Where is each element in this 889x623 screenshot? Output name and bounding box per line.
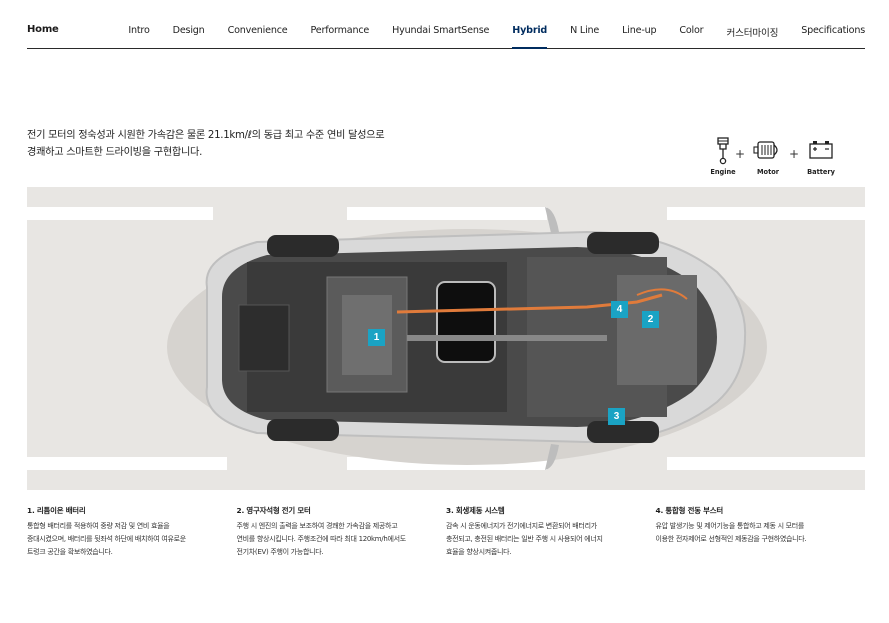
feature-brake-booster: 4. 통합형 전동 부스터 유압 발생기능 및 제어기능을 통합하고 제동 시 … bbox=[656, 505, 866, 559]
plus-sign: + bbox=[789, 147, 800, 161]
feature-description: 유압 발생기능 및 제어기능을 통합하고 제동 시 모터를 이용한 전자제어로 … bbox=[656, 520, 856, 546]
nav-tab-hybrid[interactable]: Hybrid bbox=[489, 25, 547, 49]
nav-tab-specifications[interactable]: Specifications bbox=[778, 25, 865, 49]
battery-icon bbox=[809, 141, 833, 159]
nav-tab-color[interactable]: Color bbox=[656, 25, 703, 49]
motor-legend: Motor bbox=[748, 137, 788, 176]
battery-legend: Battery bbox=[801, 137, 841, 176]
feature-title: 4. 통합형 전동 부스터 bbox=[655, 506, 724, 515]
feature-title: 1. 리튬이온 배터리 bbox=[27, 506, 86, 515]
feature-line: 전기차(EV) 주행이 가능합니다. bbox=[236, 548, 324, 556]
nav-tab-smartsense[interactable]: Hyundai SmartSense bbox=[369, 25, 489, 49]
hybrid-intro-text: 전기 모터의 정숙성과 시원한 가속감은 물론 21.1km/ℓ의 동급 최고 … bbox=[27, 127, 447, 161]
feature-line: 효율을 향상시켜줍니다. bbox=[446, 548, 512, 556]
feature-title: 2. 영구자석형 전기 모터 bbox=[236, 506, 311, 515]
top-navigation: Home Intro Design Convenience Performanc… bbox=[27, 0, 865, 49]
feature-line: 충전되고, 충전된 배터리는 일반 주행 시 사용되어 에너지 bbox=[446, 535, 603, 543]
feature-line: 트렁크 공간을 확보하였습니다. bbox=[27, 548, 113, 556]
feature-descriptions: 1. 리튬이온 배터리 통합형 배터리를 적용하여 중량 저감 및 연비 효율을… bbox=[27, 505, 865, 559]
hybrid-car-illustration: 1 2 3 4 bbox=[27, 187, 865, 490]
nav-tab-performance[interactable]: Performance bbox=[288, 25, 370, 49]
nav-tab-intro[interactable]: Intro bbox=[105, 25, 149, 49]
car-cutaway-image bbox=[167, 207, 767, 470]
powertrain-legend: Engine + Motor + Battery bbox=[703, 137, 843, 179]
feature-line: 감속 시 운동에너지가 전기에너지로 변환되어 배터리가 bbox=[446, 522, 597, 530]
feature-description: 통합형 배터리를 적용하여 중량 저감 및 연비 효율을 증대시켰으며, 배터리… bbox=[27, 520, 227, 559]
engine-label: Engine bbox=[710, 168, 736, 176]
feature-description: 감속 시 운동에너지가 전기에너지로 변환되어 배터리가 충전되고, 충전된 배… bbox=[446, 520, 646, 559]
hotspot-marker-4[interactable]: 4 bbox=[611, 301, 628, 318]
feature-line: 주행 시 엔진의 출력을 보조하여 경쾌한 가속감을 제공하고 bbox=[236, 522, 398, 530]
nav-home-link[interactable]: Home bbox=[27, 24, 59, 35]
nav-tab-line-up[interactable]: Line-up bbox=[599, 25, 656, 49]
feature-description: 주행 시 엔진의 출력을 보조하여 경쾌한 가속감을 제공하고 연비를 향상시킵… bbox=[237, 520, 437, 559]
feature-line: 통합형 배터리를 적용하여 중량 저감 및 연비 효율을 bbox=[27, 522, 170, 530]
engine-piston-icon bbox=[717, 137, 729, 165]
motor-label: Motor bbox=[756, 168, 780, 176]
intro-line-1: 전기 모터의 정숙성과 시원한 가속감은 물론 21.1km/ℓ의 동급 최고 … bbox=[27, 130, 385, 141]
feature-motor: 2. 영구자석형 전기 모터 주행 시 엔진의 출력을 보조하여 경쾌한 가속감… bbox=[237, 505, 447, 559]
motor-icon bbox=[753, 141, 778, 159]
feature-line: 유압 발생기능 및 제어기능을 통합하고 제동 시 모터를 bbox=[655, 522, 805, 530]
feature-regen-braking: 3. 회생제동 시스템 감속 시 운동에너지가 전기에너지로 변환되어 배터리가… bbox=[446, 505, 656, 559]
feature-battery: 1. 리튬이온 배터리 통합형 배터리를 적용하여 중량 저감 및 연비 효율을… bbox=[27, 505, 237, 559]
nav-tab-design[interactable]: Design bbox=[150, 25, 205, 49]
intro-line-2: 경쾌하고 스마트한 드라이빙을 구현합니다. bbox=[27, 147, 203, 158]
plus-sign: + bbox=[735, 147, 746, 161]
nav-tab-n-line[interactable]: N Line bbox=[547, 25, 599, 49]
nav-tabs: Intro Design Convenience Performance Hyu… bbox=[105, 25, 865, 49]
feature-title: 3. 회생제동 시스템 bbox=[446, 506, 505, 515]
hotspot-marker-2[interactable]: 2 bbox=[642, 311, 659, 328]
feature-line: 증대시켰으며, 배터리를 뒷좌석 하단에 배치하여 여유로운 bbox=[27, 535, 186, 543]
nav-tab-convenience[interactable]: Convenience bbox=[205, 25, 288, 49]
feature-line: 연비를 향상시킵니다. 주행조건에 따라 최대 120km/h에서도 bbox=[236, 535, 407, 543]
battery-label: Battery bbox=[807, 168, 835, 176]
hotspot-marker-1[interactable]: 1 bbox=[368, 329, 385, 346]
feature-line: 이용한 전자제어로 선형적인 제동감을 구현하였습니다. bbox=[655, 535, 807, 543]
nav-tab-customizing[interactable]: 커스터마이징 bbox=[703, 25, 778, 49]
hotspot-marker-3[interactable]: 3 bbox=[608, 408, 625, 425]
